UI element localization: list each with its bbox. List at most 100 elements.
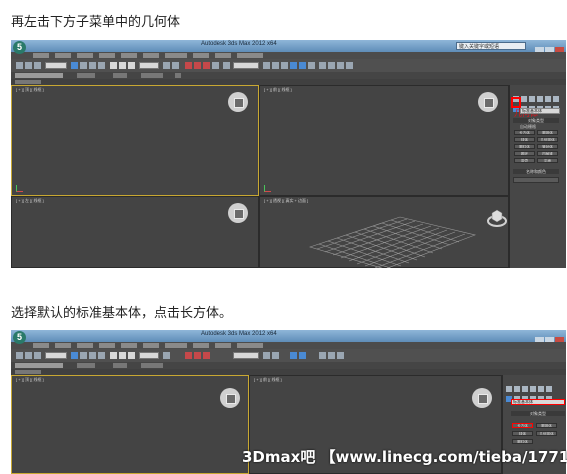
spinner-snap-icon[interactable] [212, 62, 219, 69]
viewport-front[interactable]: [ + ][ 前 ][ 线框 ] [259, 85, 509, 196]
viewport-perspective[interactable]: [ + ][ 透视 ][ 真实 + 边面 ] [259, 196, 509, 268]
geosphere-button[interactable]: 几何球体 [537, 137, 558, 142]
angle-snap-icon[interactable] [194, 62, 201, 69]
window-crossing-icon[interactable] [98, 352, 105, 359]
object-name-field[interactable] [513, 177, 559, 183]
mirror-icon[interactable] [263, 352, 270, 359]
scale-icon[interactable] [128, 62, 135, 69]
percent-snap-icon[interactable] [203, 352, 210, 359]
material-editor-icon[interactable] [319, 62, 326, 69]
select-icon[interactable] [71, 352, 78, 359]
selection-filter-dropdown[interactable] [45, 352, 67, 359]
link-icon[interactable] [34, 352, 41, 359]
angle-snap-icon[interactable] [194, 352, 201, 359]
snap-icon[interactable] [185, 352, 192, 359]
menu-item[interactable] [99, 53, 115, 58]
box-button[interactable]: 长方体 [514, 130, 535, 135]
snap-icon[interactable] [185, 62, 192, 69]
edit-named-sets-icon[interactable] [223, 62, 230, 69]
named-selection-dropdown[interactable] [233, 352, 259, 359]
cone-button[interactable]: 圆锥体 [536, 423, 557, 428]
rotate-icon[interactable] [119, 62, 126, 69]
viewport-top[interactable]: [ + ][ 顶 ][ 线框 ] [11, 85, 259, 196]
tube-button[interactable]: 管状体 [537, 144, 558, 149]
rotate-icon[interactable] [119, 352, 126, 359]
viewcube-icon[interactable] [228, 92, 248, 112]
select-by-name-icon[interactable] [80, 352, 87, 359]
cylinder-button[interactable]: 圆柱体 [514, 144, 535, 149]
render-icon[interactable] [337, 352, 344, 359]
viewcube-icon[interactable] [228, 203, 248, 223]
render-setup-icon[interactable] [328, 62, 335, 69]
geosphere-button[interactable]: 几何球体 [536, 431, 557, 436]
menu-item[interactable] [77, 53, 93, 58]
menu-item[interactable] [215, 53, 231, 58]
menu-item[interactable] [193, 53, 209, 58]
menu-item[interactable] [99, 343, 115, 348]
app-logo[interactable]: 5 [13, 41, 26, 54]
rect-select-icon[interactable] [89, 352, 96, 359]
layer-icon[interactable] [281, 62, 288, 69]
viewport-left[interactable]: [ + ][ 左 ][ 线框 ] [11, 196, 259, 268]
curve-editor-icon[interactable] [299, 352, 306, 359]
cylinder-button[interactable]: 圆柱体 [512, 439, 533, 444]
menu-item[interactable] [55, 53, 71, 58]
reference-coord-dropdown[interactable] [139, 62, 159, 69]
undo-icon[interactable] [16, 62, 23, 69]
primitive-type-dropdown[interactable]: 标准基本体 [511, 399, 565, 405]
curve-editor-icon[interactable] [299, 62, 306, 69]
ribbon-tab-object-paint[interactable] [141, 363, 163, 368]
ribbon-tab-object-paint[interactable] [141, 73, 163, 78]
render-icon[interactable] [346, 62, 353, 69]
viewcube-icon[interactable] [220, 388, 240, 408]
plane-button[interactable]: 平面 [537, 158, 558, 163]
link-icon[interactable] [34, 62, 41, 69]
redo-icon[interactable] [25, 352, 32, 359]
pyramid-button[interactable]: 四棱锥 [537, 151, 558, 156]
menu-item[interactable] [193, 343, 209, 348]
ribbon-tab-graphite[interactable] [15, 73, 63, 78]
cone-button[interactable]: 圆锥体 [537, 130, 558, 135]
menu-item[interactable] [143, 343, 159, 348]
pivot-icon[interactable] [163, 352, 170, 359]
ribbon-tab-freeform[interactable] [77, 73, 95, 78]
manipulate-icon[interactable] [172, 62, 179, 69]
scale-icon[interactable] [128, 352, 135, 359]
menu-item[interactable] [165, 53, 187, 58]
viewcube-icon[interactable] [478, 92, 498, 112]
menu-item[interactable] [77, 343, 93, 348]
sphere-button[interactable]: 球体 [514, 137, 535, 142]
ribbon-tab-selection[interactable] [113, 363, 127, 368]
select-by-name-icon[interactable] [80, 62, 87, 69]
menu-item[interactable] [55, 343, 71, 348]
ribbon-tab-selection[interactable] [113, 73, 127, 78]
sphere-button[interactable]: 球体 [512, 431, 533, 436]
menu-item[interactable] [33, 343, 49, 348]
viewcube-icon[interactable] [472, 388, 492, 408]
align-icon[interactable] [272, 62, 279, 69]
redo-icon[interactable] [25, 62, 32, 69]
selection-filter-dropdown[interactable] [45, 62, 67, 69]
named-selection-dropdown[interactable] [233, 62, 259, 69]
ribbon-tab-freeform[interactable] [77, 363, 95, 368]
menu-item[interactable] [121, 53, 137, 58]
menu-item[interactable] [143, 53, 159, 58]
viewcube-perspective-icon[interactable] [486, 207, 508, 229]
schematic-icon[interactable] [308, 62, 315, 69]
percent-snap-icon[interactable] [203, 62, 210, 69]
ribbon-tab-graphite[interactable] [15, 363, 63, 368]
menu-item[interactable] [165, 343, 187, 348]
mirror-icon[interactable] [263, 62, 270, 69]
search-input[interactable]: 键入关键字或短语 [456, 42, 526, 50]
app-logo[interactable]: 5 [13, 331, 26, 344]
menu-item[interactable] [33, 53, 49, 58]
select-icon[interactable] [71, 62, 78, 69]
window-crossing-icon[interactable] [98, 62, 105, 69]
pivot-icon[interactable] [163, 62, 170, 69]
menu-item[interactable] [215, 343, 231, 348]
teapot-button[interactable]: 茶壶 [514, 158, 535, 163]
rect-select-icon[interactable] [89, 62, 96, 69]
graphite-icon[interactable] [290, 352, 297, 359]
menu-item[interactable] [237, 53, 263, 58]
menu-item[interactable] [121, 343, 137, 348]
